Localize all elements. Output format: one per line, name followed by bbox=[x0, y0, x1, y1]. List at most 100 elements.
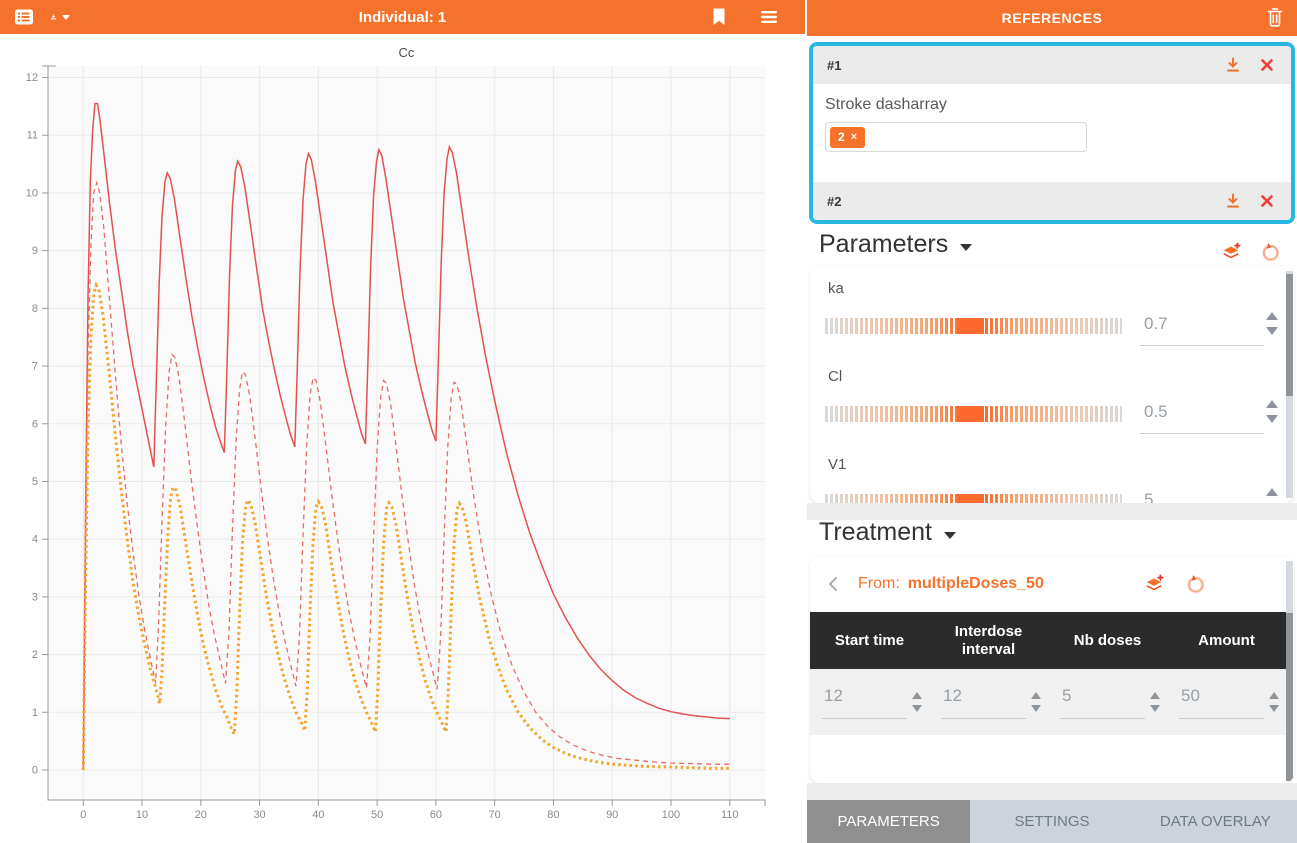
reference-2-close-icon[interactable] bbox=[1257, 191, 1277, 211]
interdose-interval-spinner[interactable] bbox=[1031, 692, 1041, 712]
param-cl-label: Cl bbox=[828, 368, 842, 385]
param-cl-spinner[interactable] bbox=[1266, 400, 1278, 423]
spin-up-icon[interactable] bbox=[1266, 488, 1278, 496]
svg-text:12: 12 bbox=[26, 72, 38, 84]
svg-text:7: 7 bbox=[32, 361, 38, 373]
svg-text:50: 50 bbox=[371, 809, 383, 821]
param-v1-value-field[interactable]: 5 bbox=[1140, 486, 1264, 503]
svg-text:2: 2 bbox=[32, 649, 38, 661]
previous-treatment-icon[interactable] bbox=[826, 575, 840, 593]
app-window: 0102030405060708090100110012345678910111… bbox=[0, 0, 1297, 843]
param-row-ka: ka 0.7 bbox=[810, 266, 1294, 354]
reference-item-1-header[interactable]: #1 bbox=[813, 46, 1291, 84]
parameters-caret-icon bbox=[960, 244, 972, 251]
controls-panel: REFERENCES #1 Stroke dasharray bbox=[807, 0, 1297, 843]
param-ka-spinner[interactable] bbox=[1266, 312, 1278, 335]
treatment-reset-icon[interactable] bbox=[1186, 574, 1206, 594]
svg-text:1: 1 bbox=[32, 707, 38, 719]
reference-1-close-icon[interactable] bbox=[1257, 55, 1277, 75]
svg-text:100: 100 bbox=[662, 809, 680, 821]
treatment-scrollbar-thumb[interactable] bbox=[1286, 613, 1293, 781]
reference-2-id: #2 bbox=[827, 194, 841, 209]
individual-title: Individual: 1 bbox=[0, 9, 805, 26]
column-interdose-interval: Interdose interval bbox=[929, 612, 1048, 669]
amount-spinner[interactable] bbox=[1269, 692, 1279, 712]
param-row-v1: V1 5 bbox=[810, 442, 1294, 503]
param-cl-value-field[interactable]: 0.5 bbox=[1140, 398, 1264, 434]
stroke-dasharray-label: Stroke dasharray bbox=[825, 96, 1279, 114]
dasharray-tag-remove-icon[interactable]: × bbox=[851, 132, 857, 143]
trash-icon[interactable] bbox=[1265, 7, 1285, 27]
svg-text:5: 5 bbox=[32, 476, 38, 488]
chart-toolbar: Individual: 1 bbox=[0, 0, 805, 34]
param-v1-spinner[interactable] bbox=[1266, 488, 1278, 503]
bottom-tabs: PARAMETERS SETTINGS DATA OVERLAY bbox=[807, 800, 1297, 843]
nb-doses-field[interactable]: 5 bbox=[1060, 686, 1145, 719]
param-v1-slider[interactable] bbox=[825, 494, 1122, 503]
svg-text:8: 8 bbox=[32, 303, 38, 315]
treatment-source-name[interactable]: multipleDoses_50 bbox=[908, 575, 1044, 593]
nb-doses-spinner[interactable] bbox=[1150, 692, 1160, 712]
param-row-cl: Cl 0.5 bbox=[810, 354, 1294, 442]
column-amount: Amount bbox=[1167, 612, 1286, 669]
parameters-section-toggle[interactable]: Parameters bbox=[819, 230, 972, 259]
svg-text:6: 6 bbox=[32, 418, 38, 430]
svg-text:40: 40 bbox=[312, 809, 324, 821]
stroke-dasharray-input[interactable]: 2 × bbox=[825, 122, 1087, 152]
reference-1-id: #1 bbox=[827, 58, 841, 73]
reference-2-download-icon[interactable] bbox=[1223, 191, 1243, 211]
svg-text:Cc: Cc bbox=[399, 45, 415, 60]
param-cl-slider[interactable] bbox=[825, 406, 1122, 422]
parameters-scrollbar-thumb[interactable] bbox=[1286, 274, 1293, 396]
tab-data-overlay[interactable]: DATA OVERLAY bbox=[1134, 800, 1297, 843]
param-ka-label: ka bbox=[828, 280, 844, 297]
section-divider bbox=[807, 783, 1297, 800]
interdose-interval-field[interactable]: 12 bbox=[941, 686, 1026, 719]
parameters-reset-icon[interactable] bbox=[1261, 242, 1281, 262]
treatment-add-reference-icon[interactable] bbox=[1144, 574, 1164, 594]
spin-up-icon[interactable] bbox=[1266, 312, 1278, 320]
column-start-time: Start time bbox=[810, 612, 929, 669]
spin-down-icon[interactable] bbox=[1266, 415, 1278, 423]
download-chart-button[interactable] bbox=[50, 7, 70, 27]
dasharray-tag: 2 × bbox=[830, 127, 865, 148]
svg-text:60: 60 bbox=[430, 809, 442, 821]
treatment-card: From: multipleDoses_50 Start time Interd… bbox=[810, 556, 1294, 783]
dasharray-tag-value: 2 bbox=[838, 130, 845, 144]
parameters-add-reference-icon[interactable] bbox=[1221, 242, 1241, 262]
param-cl-slider-handle[interactable] bbox=[958, 406, 984, 422]
bookmark-icon[interactable] bbox=[709, 7, 729, 27]
reference-1-download-icon[interactable] bbox=[1223, 55, 1243, 75]
param-ka-slider[interactable] bbox=[825, 318, 1122, 334]
spin-down-icon[interactable] bbox=[1266, 327, 1278, 335]
svg-text:10: 10 bbox=[136, 809, 148, 821]
concentration-chart: 0102030405060708090100110012345678910111… bbox=[0, 0, 807, 843]
svg-text:3: 3 bbox=[32, 591, 38, 603]
svg-text:9: 9 bbox=[32, 245, 38, 257]
treatment-section-toggle[interactable]: Treatment bbox=[819, 518, 956, 547]
tab-parameters[interactable]: PARAMETERS bbox=[807, 800, 970, 843]
parameters-title: Parameters bbox=[819, 230, 948, 259]
spin-up-icon[interactable] bbox=[1266, 400, 1278, 408]
svg-text:80: 80 bbox=[547, 809, 559, 821]
param-v1-slider-handle[interactable] bbox=[958, 494, 984, 503]
reference-item-2-header[interactable]: #2 bbox=[813, 182, 1291, 220]
tab-settings[interactable]: SETTINGS bbox=[970, 800, 1133, 843]
treatment-title: Treatment bbox=[819, 518, 932, 547]
legend-list-icon[interactable] bbox=[14, 7, 34, 27]
treatment-caret-icon bbox=[944, 532, 956, 539]
start-time-field[interactable]: 12 bbox=[822, 686, 907, 719]
amount-field[interactable]: 50 bbox=[1179, 686, 1264, 719]
menu-icon[interactable] bbox=[759, 7, 779, 27]
svg-text:0: 0 bbox=[80, 809, 86, 821]
svg-text:4: 4 bbox=[32, 534, 38, 546]
references-title: REFERENCES bbox=[1002, 10, 1103, 26]
treatment-scrollbar[interactable] bbox=[1286, 561, 1293, 778]
param-ka-slider-handle[interactable] bbox=[958, 318, 984, 334]
parameters-card: ka 0.7 Cl 0.5 V1 5 bbox=[810, 266, 1294, 503]
param-ka-value-field[interactable]: 0.7 bbox=[1140, 310, 1264, 346]
start-time-spinner[interactable] bbox=[912, 692, 922, 712]
treatment-table-header: Start time Interdose interval Nb doses A… bbox=[810, 612, 1286, 669]
parameters-scrollbar[interactable] bbox=[1286, 271, 1293, 498]
svg-text:90: 90 bbox=[606, 809, 618, 821]
